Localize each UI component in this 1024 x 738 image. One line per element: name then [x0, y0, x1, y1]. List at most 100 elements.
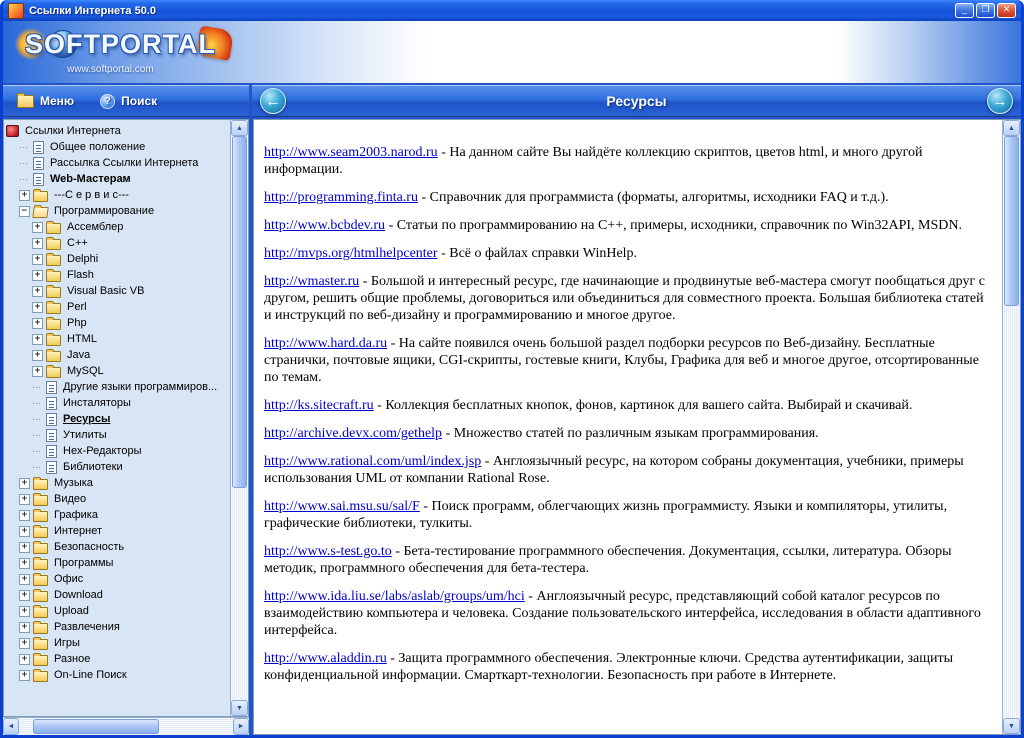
tree-item[interactable]: Web-Мастерам: [4, 171, 230, 187]
tree-item[interactable]: + Ассемблер: [4, 219, 230, 235]
tree-item[interactable]: + C++: [4, 235, 230, 251]
expand-icon[interactable]: +: [32, 317, 43, 329]
expand-icon[interactable]: +: [32, 365, 43, 377]
expand-icon[interactable]: +: [19, 653, 30, 665]
expand-icon[interactable]: +: [19, 493, 30, 505]
folder-open-icon: [32, 207, 49, 218]
tree-item[interactable]: + Visual Basic VB: [4, 283, 230, 299]
resource-link[interactable]: http://mvps.org/htmlhelpcenter: [264, 246, 438, 261]
scroll-up-icon: ▲: [1008, 124, 1015, 132]
tree-item[interactable]: + Php: [4, 315, 230, 331]
expand-icon[interactable]: +: [32, 253, 43, 265]
resource-link[interactable]: http://www.sai.msu.su/sal/F: [264, 499, 420, 514]
tree-item[interactable]: Hex-Редакторы: [4, 443, 230, 459]
scroll-up-button[interactable]: ▲: [231, 120, 248, 136]
tree-hscroll-track[interactable]: [19, 718, 233, 735]
tree-item[interactable]: + Perl: [4, 299, 230, 315]
tree-item[interactable]: + Развлечения: [4, 619, 230, 635]
expand-icon[interactable]: +: [32, 237, 43, 249]
tree-item[interactable]: + Разное: [4, 651, 230, 667]
tree-vertical-scrollbar[interactable]: ▲ ▼: [230, 120, 248, 716]
expand-icon[interactable]: +: [19, 525, 30, 537]
resource-link[interactable]: http://ks.sitecraft.ru: [264, 398, 374, 413]
tree-item[interactable]: + Видео: [4, 491, 230, 507]
tree-item[interactable]: + Графика: [4, 507, 230, 523]
tree-item[interactable]: Общее положение: [4, 139, 230, 155]
expand-icon[interactable]: +: [19, 509, 30, 521]
scroll-right-button[interactable]: ►: [233, 718, 249, 735]
tree-item[interactable]: Инсталяторы: [4, 395, 230, 411]
titlebar[interactable]: Ссылки Интернета 50.0 _ ❐ ✕: [3, 0, 1021, 21]
tree-item[interactable]: Другие языки программиров...: [4, 379, 230, 395]
expand-icon[interactable]: +: [32, 285, 43, 297]
content-vertical-scrollbar[interactable]: ▲ ▼: [1002, 120, 1020, 734]
scroll-left-button[interactable]: ◄: [3, 718, 19, 735]
tree-item[interactable]: + Download: [4, 587, 230, 603]
tree-item[interactable]: + ---С е р в и с---: [4, 187, 230, 203]
tree-horizontal-scrollbar[interactable]: ◄ ►: [3, 717, 249, 735]
tree-item[interactable]: + Безопасность: [4, 539, 230, 555]
expand-icon[interactable]: +: [19, 589, 30, 601]
tree-item[interactable]: + Игры: [4, 635, 230, 651]
menu-button[interactable]: Меню: [17, 92, 74, 108]
tree-item[interactable]: + Java: [4, 347, 230, 363]
tree-item[interactable]: Рассылка Ссылки Интернета: [4, 155, 230, 171]
expand-icon[interactable]: +: [19, 605, 30, 617]
tree-item[interactable]: Утилиты: [4, 427, 230, 443]
nav-back-button[interactable]: ←: [260, 88, 286, 114]
expand-icon[interactable]: +: [19, 637, 30, 649]
close-button[interactable]: ✕: [997, 3, 1016, 18]
tree-item[interactable]: + Музыка: [4, 475, 230, 491]
resource-link[interactable]: http://wmaster.ru: [264, 274, 359, 289]
search-button[interactable]: ? Поиск: [100, 93, 157, 109]
content-scroll-down-button[interactable]: ▼: [1003, 718, 1020, 734]
expand-icon[interactable]: +: [19, 557, 30, 569]
expand-icon[interactable]: +: [32, 301, 43, 313]
expand-icon[interactable]: +: [19, 477, 30, 489]
resource-link[interactable]: http://archive.devx.com/gethelp: [264, 426, 442, 441]
tree-item[interactable]: − Программирование: [4, 203, 230, 219]
resource-link[interactable]: http://www.rational.com/uml/index.jsp: [264, 454, 481, 469]
tree-hscroll-thumb[interactable]: [33, 719, 160, 734]
resource-link[interactable]: http://www.s-test.go.to: [264, 544, 392, 559]
expand-icon[interactable]: +: [32, 349, 43, 361]
resource-link[interactable]: http://www.bcbdev.ru: [264, 218, 385, 233]
maximize-button[interactable]: ❐: [976, 3, 995, 18]
content-scroll-track[interactable]: [1003, 136, 1020, 718]
collapse-icon[interactable]: −: [19, 205, 30, 217]
nav-forward-button[interactable]: →: [987, 88, 1013, 114]
scroll-down-button[interactable]: ▼: [231, 700, 248, 716]
tree-item[interactable]: Библиотеки: [4, 459, 230, 475]
expand-icon[interactable]: +: [19, 669, 30, 681]
tree-item[interactable]: Ссылки Интернета: [4, 123, 230, 139]
tree-item[interactable]: + Flash: [4, 267, 230, 283]
expand-icon[interactable]: +: [32, 221, 43, 233]
minimize-button[interactable]: _: [955, 3, 974, 18]
softportal-logo: SOFTPORTAL: [15, 25, 235, 61]
tree-item[interactable]: + On-Line Поиск: [4, 667, 230, 683]
resource-link[interactable]: http://programming.finta.ru: [264, 190, 418, 205]
expand-icon[interactable]: +: [19, 541, 30, 553]
resource-link[interactable]: http://www.hard.da.ru: [264, 336, 387, 351]
tree-item[interactable]: + Интернет: [4, 523, 230, 539]
tree-item[interactable]: + Программы: [4, 555, 230, 571]
expand-icon[interactable]: +: [19, 621, 30, 633]
tree-item[interactable]: Ресурсы: [4, 411, 230, 427]
tree-item[interactable]: + Delphi: [4, 251, 230, 267]
content-scroll-up-button[interactable]: ▲: [1003, 120, 1020, 136]
tree-scroll-track[interactable]: [231, 136, 248, 700]
tree-item[interactable]: + Upload: [4, 603, 230, 619]
resource-link[interactable]: http://www.seam2003.narod.ru: [264, 145, 438, 160]
content-scroll-thumb[interactable]: [1004, 136, 1019, 306]
tree-item[interactable]: + Офис: [4, 571, 230, 587]
tree-scroll-thumb[interactable]: [232, 136, 247, 488]
expand-icon[interactable]: +: [32, 269, 43, 281]
expand-icon[interactable]: +: [32, 333, 43, 345]
panel-title: Ресурсы: [606, 93, 667, 109]
resource-link[interactable]: http://www.aladdin.ru: [264, 651, 387, 666]
expand-icon[interactable]: +: [19, 189, 30, 201]
resource-link[interactable]: http://www.ida.liu.se/labs/aslab/groups/…: [264, 589, 525, 604]
tree-item[interactable]: + HTML: [4, 331, 230, 347]
expand-icon[interactable]: +: [19, 573, 30, 585]
tree-item[interactable]: + MySQL: [4, 363, 230, 379]
